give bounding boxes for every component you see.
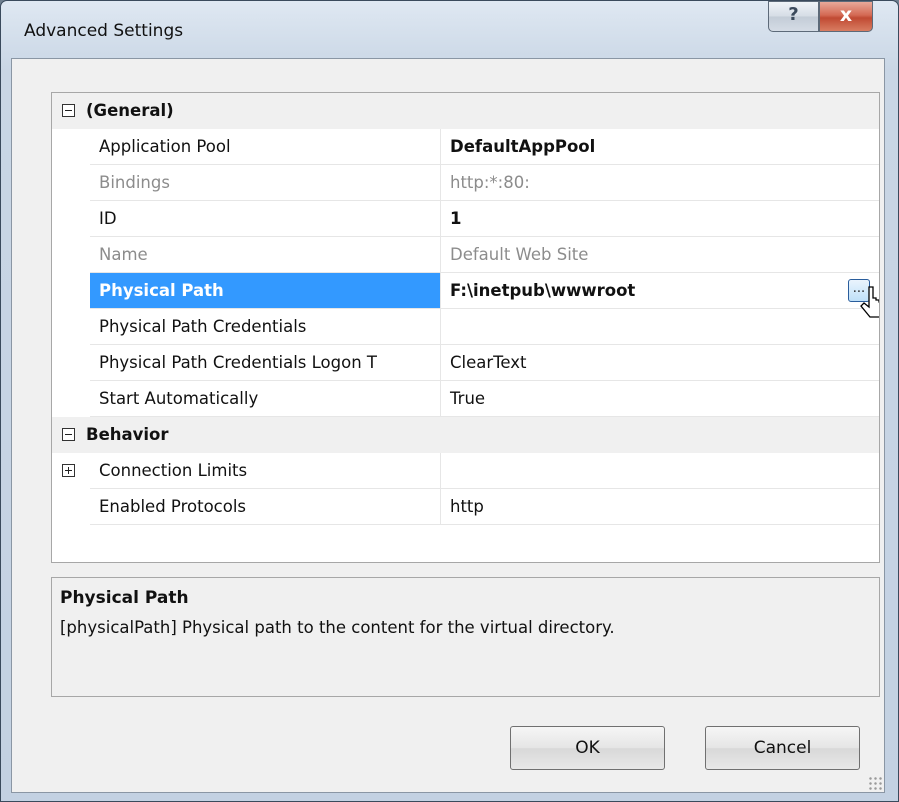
property-value[interactable]: http	[441, 489, 879, 525]
cancel-button[interactable]: Cancel	[705, 726, 860, 770]
property-name: Enabled Protocols	[90, 489, 441, 525]
property-row-bindings[interactable]: Bindings http:*:80:	[52, 165, 879, 201]
property-row-connection-limits[interactable]: Connection Limits	[52, 453, 879, 489]
property-name: Connection Limits	[90, 453, 441, 489]
category-general[interactable]: (General)	[52, 93, 879, 129]
property-row-start-automatically[interactable]: Start Automatically True	[52, 381, 879, 417]
property-row-application-pool[interactable]: Application Pool DefaultAppPool	[52, 129, 879, 165]
ok-button[interactable]: OK	[510, 726, 665, 770]
property-value[interactable]	[441, 453, 879, 489]
property-grid[interactable]: (General) Application Pool DefaultAppPoo…	[51, 92, 880, 563]
collapse-icon[interactable]	[62, 104, 75, 117]
category-behavior[interactable]: Behavior	[52, 417, 879, 453]
property-name: Name	[90, 237, 441, 273]
property-value[interactable]: 1	[441, 201, 879, 237]
advanced-settings-dialog: Advanced Settings ? x (General) Applicat…	[0, 0, 899, 802]
property-value[interactable]	[441, 309, 879, 345]
collapse-icon[interactable]	[62, 428, 75, 441]
close-icon: x	[839, 4, 853, 26]
description-panel: Physical Path [physicalPath] Physical pa…	[51, 577, 880, 697]
resize-grip-icon[interactable]	[868, 776, 882, 790]
help-icon: ?	[788, 4, 799, 25]
property-row-physical-path-credentials[interactable]: Physical Path Credentials	[52, 309, 879, 345]
property-value[interactable]: F:\inetpub\wwwroot	[441, 273, 879, 309]
property-name: ID	[90, 201, 441, 237]
expand-icon[interactable]	[62, 464, 75, 477]
close-button[interactable]: x	[819, 1, 873, 32]
property-row-enabled-protocols[interactable]: Enabled Protocols http	[52, 489, 879, 525]
property-value[interactable]: ClearText	[441, 345, 879, 381]
category-label: (General)	[86, 101, 174, 120]
property-name: Start Automatically	[90, 381, 441, 417]
property-name: Application Pool	[90, 129, 441, 165]
category-label: Behavior	[86, 425, 169, 444]
property-name: Physical Path Credentials	[90, 309, 441, 345]
property-row-name[interactable]: Name Default Web Site	[52, 237, 879, 273]
dialog-client-area: (General) Application Pool DefaultAppPoo…	[11, 58, 885, 793]
property-value[interactable]: DefaultAppPool	[441, 129, 879, 165]
help-button[interactable]: ?	[768, 1, 819, 32]
description-title: Physical Path	[60, 588, 189, 608]
property-value[interactable]: Default Web Site	[441, 237, 879, 273]
description-text: [physicalPath] Physical path to the cont…	[60, 618, 615, 637]
dialog-title: Advanced Settings	[24, 21, 184, 41]
property-row-id[interactable]: ID 1	[52, 201, 879, 237]
property-name: Physical Path	[90, 273, 441, 309]
property-value[interactable]: True	[441, 381, 879, 417]
property-name: Bindings	[90, 165, 441, 201]
property-value[interactable]: http:*:80:	[441, 165, 879, 201]
property-row-physical-path-credentials-logon-type[interactable]: Physical Path Credentials Logon T ClearT…	[52, 345, 879, 381]
property-name: Physical Path Credentials Logon T	[90, 345, 441, 381]
property-row-physical-path[interactable]: Physical Path F:\inetpub\wwwroot ...	[52, 273, 879, 318]
